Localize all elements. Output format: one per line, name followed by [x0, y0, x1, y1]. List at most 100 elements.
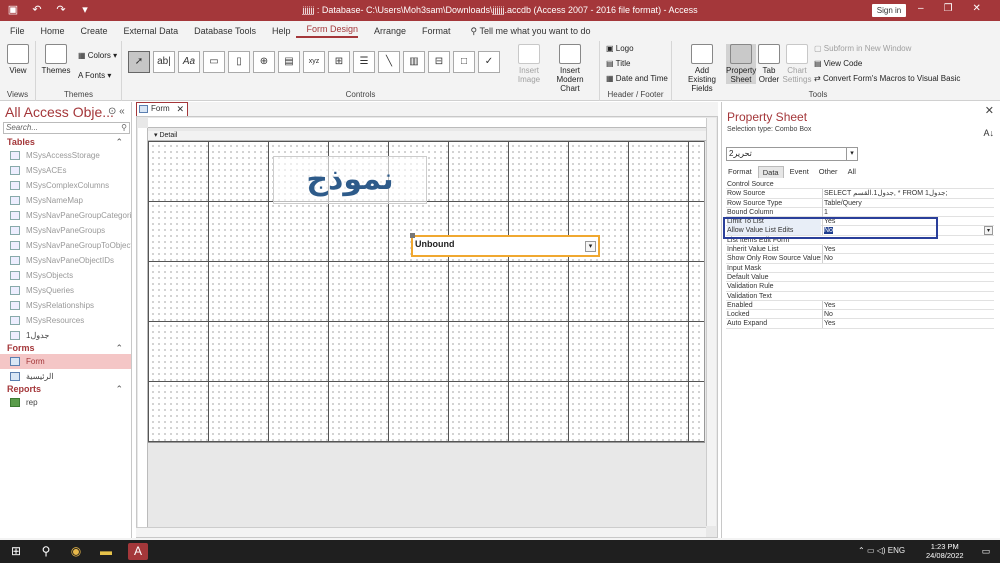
- list-item[interactable]: الرئيسية: [0, 369, 131, 384]
- tab-database-tools[interactable]: Database Tools: [184, 26, 256, 36]
- nav-menu-icon[interactable]: ⊙: [108, 106, 116, 117]
- close-icon[interactable]: ✕: [176, 103, 184, 115]
- chevron-down-icon[interactable]: ▾: [984, 226, 993, 236]
- save-icon[interactable]: ▣: [6, 3, 20, 16]
- restore-button[interactable]: ❐: [944, 3, 953, 14]
- tab-format[interactable]: Format: [412, 26, 451, 36]
- list-item[interactable]: MSysResources: [0, 313, 131, 328]
- language-indicator[interactable]: ENG: [888, 546, 905, 555]
- insert-image-button[interactable]: Insert Image: [514, 44, 544, 84]
- reports-section-header[interactable]: Reports ⌃: [0, 383, 131, 395]
- list-item[interactable]: MSysAccessStorage: [0, 148, 131, 163]
- table-row[interactable]: Row Source SELECT جدول1.القسم, * FROM جدو…: [726, 189, 994, 199]
- select-pointer-icon[interactable]: ➚: [128, 51, 150, 73]
- chevron-up-icon[interactable]: ⌃: [858, 546, 865, 555]
- property-sheet-button[interactable]: Property Sheet: [726, 44, 756, 84]
- date-time-button[interactable]: ▦ Date and Time: [606, 74, 668, 83]
- shutter-bar-icon[interactable]: «: [119, 106, 125, 117]
- table-row[interactable]: Enabled Yes: [726, 300, 994, 311]
- view-button[interactable]: View: [5, 44, 31, 75]
- title-button[interactable]: ▤ Title: [606, 59, 630, 68]
- nav-search-input[interactable]: Search... ⚲: [3, 122, 130, 134]
- list-item[interactable]: MSysObjects: [0, 268, 131, 283]
- horizontal-scrollbar[interactable]: [136, 527, 706, 537]
- tab-create[interactable]: Create: [71, 26, 108, 36]
- table-row[interactable]: Default Value: [726, 273, 994, 283]
- tab-control-icon[interactable]: ▯: [228, 51, 250, 73]
- vertical-scrollbar[interactable]: [706, 118, 716, 526]
- list-item[interactable]: rep: [0, 395, 131, 410]
- list-item[interactable]: MSysNavPaneGroupToObjects: [0, 238, 131, 253]
- control-selector[interactable]: تحرير2 ▾: [726, 147, 858, 161]
- insert-modern-chart-button[interactable]: Insert Modern Chart: [546, 44, 594, 93]
- minimize-button[interactable]: –: [918, 3, 924, 14]
- web-browser-icon[interactable]: ▤: [278, 51, 300, 73]
- rectangle-icon[interactable]: □: [453, 51, 475, 73]
- checkbox-icon[interactable]: ✓: [478, 51, 500, 73]
- tab-file[interactable]: File: [0, 26, 25, 36]
- combo-box-control[interactable]: Unbound ▾: [410, 233, 600, 257]
- add-existing-fields-button[interactable]: Add Existing Fields: [680, 44, 724, 93]
- tab-help[interactable]: Help: [262, 26, 291, 36]
- table-row[interactable]: Row Source Type Table/Query: [726, 198, 994, 208]
- tab-external-data[interactable]: External Data: [114, 26, 179, 36]
- chrome-icon[interactable]: ◉: [66, 543, 86, 560]
- table-row[interactable]: Validation Rule: [726, 282, 994, 292]
- list-item[interactable]: MSysNameMap: [0, 193, 131, 208]
- list-box-icon[interactable]: ⊟: [428, 51, 450, 73]
- tab-all[interactable]: All: [844, 166, 860, 178]
- navigation-control-icon[interactable]: xyz: [303, 51, 325, 73]
- redo-icon[interactable]: ↷: [54, 3, 68, 16]
- detail-section-bar[interactable]: ▾ Detail: [148, 131, 706, 141]
- move-handle[interactable]: [410, 233, 415, 238]
- tab-data[interactable]: Data: [757, 166, 784, 178]
- forms-section-header[interactable]: Forms ⌃: [0, 342, 131, 354]
- undo-icon[interactable]: ↶: [30, 3, 44, 16]
- option-group-icon[interactable]: ⊞: [328, 51, 350, 73]
- search-icon[interactable]: ⚲: [36, 543, 56, 560]
- logo-button[interactable]: ▣ Logo: [606, 44, 634, 53]
- hyperlink-icon[interactable]: ⊕: [253, 51, 275, 73]
- close-icon[interactable]: ✕: [985, 104, 994, 117]
- customize-qat-icon[interactable]: ▾: [78, 3, 92, 16]
- subform-button[interactable]: ▢ Subform in New Window: [814, 44, 911, 53]
- list-item[interactable]: MSysQueries: [0, 283, 131, 298]
- table-row[interactable]: Bound Column 1: [726, 207, 994, 218]
- convert-macros-button[interactable]: ⇄ Convert Form's Macros to Visual Basic: [814, 74, 960, 83]
- button-icon[interactable]: ▭: [203, 51, 225, 73]
- textbox-icon[interactable]: ab|: [153, 51, 175, 73]
- chart-settings-button[interactable]: Chart Settings: [782, 44, 812, 84]
- tab-form-design[interactable]: Form Design: [296, 24, 358, 38]
- list-item[interactable]: MSysACEs: [0, 163, 131, 178]
- table-row[interactable]: Auto Expand Yes: [726, 319, 994, 329]
- sort-icon[interactable]: A↓: [983, 128, 994, 138]
- toggle-button-icon[interactable]: ▥: [403, 51, 425, 73]
- tab-other[interactable]: Other: [815, 166, 842, 178]
- list-item[interactable]: MSysRelationships: [0, 298, 131, 313]
- page-break-icon[interactable]: ☰: [353, 51, 375, 73]
- colors-button[interactable]: ▦ Colors ▾: [78, 51, 117, 60]
- tab-arrange[interactable]: Arrange: [364, 26, 406, 36]
- tab-format[interactable]: Format: [724, 166, 756, 178]
- table-row[interactable]: Inherit Value List Yes: [726, 245, 994, 255]
- table-row[interactable]: Show Only Row Source Values No: [726, 254, 994, 264]
- table-row[interactable]: Input Mask: [726, 264, 994, 273]
- file-explorer-icon[interactable]: ▬: [96, 543, 116, 560]
- list-item[interactable]: Form: [0, 354, 131, 369]
- tab-form-document[interactable]: Form ✕: [136, 102, 188, 116]
- list-item[interactable]: جدول1: [0, 328, 131, 343]
- line-icon[interactable]: ╲: [378, 51, 400, 73]
- table-row[interactable]: Locked No: [726, 310, 994, 320]
- access-app-icon[interactable]: A: [128, 543, 148, 560]
- tab-home[interactable]: Home: [31, 26, 65, 36]
- fonts-button[interactable]: A Fonts ▾: [78, 71, 111, 80]
- table-row[interactable]: Control Source: [726, 180, 994, 190]
- list-item[interactable]: MSysNavPaneGroupCategories: [0, 208, 131, 223]
- clock[interactable]: 1:23 PM 24/08/2022: [926, 542, 964, 560]
- view-code-button[interactable]: ▤ View Code: [814, 59, 862, 68]
- form-label[interactable]: نموذج: [273, 156, 427, 204]
- list-item[interactable]: MSysNavPaneObjectIDs: [0, 253, 131, 268]
- tab-order-button[interactable]: Tab Order: [758, 44, 780, 84]
- sign-in-button[interactable]: Sign in: [872, 4, 906, 17]
- close-button[interactable]: ✕: [973, 3, 981, 14]
